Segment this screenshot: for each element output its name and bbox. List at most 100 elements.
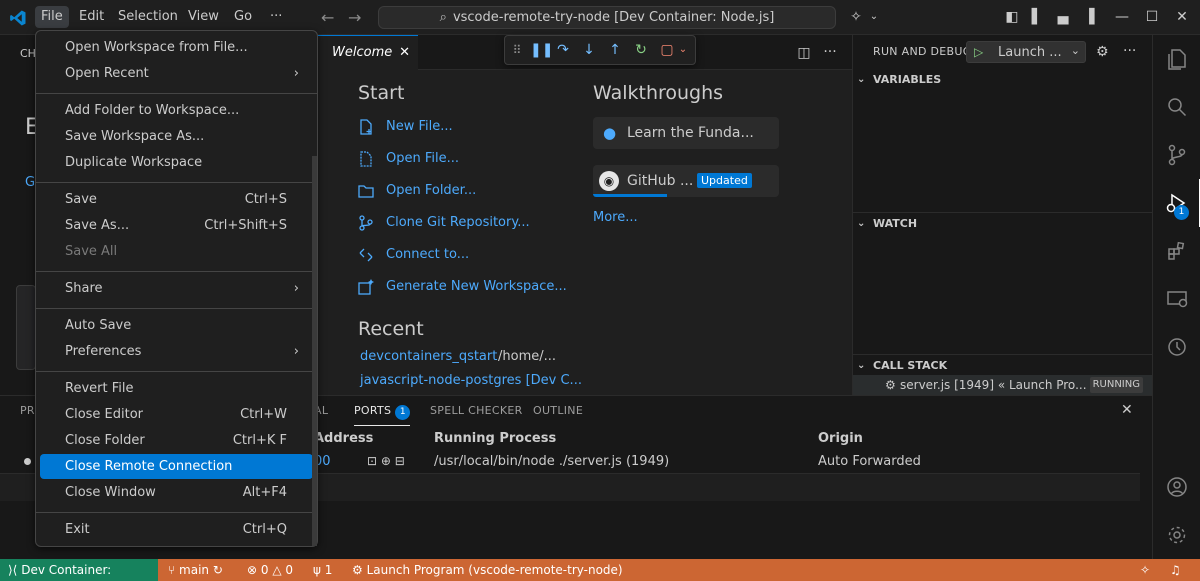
- close-panel-icon[interactable]: ✕: [1121, 402, 1133, 418]
- step-into-icon[interactable]: ↓: [581, 42, 597, 58]
- copilot-status-icon[interactable]: ✧: [1140, 559, 1150, 581]
- tab-outline[interactable]: OUTLINE: [533, 404, 583, 417]
- menu-item-save-workspace-as[interactable]: Save Workspace As...: [40, 124, 313, 149]
- minimize-icon[interactable]: —: [1114, 9, 1130, 25]
- branch-icon: ⑂: [168, 563, 176, 577]
- chevron-right-icon: ›: [293, 281, 299, 296]
- menu-item-close-remote-connection[interactable]: Close Remote Connection: [40, 454, 313, 479]
- walkthrough-card-fundamentals[interactable]: ● Learn the Funda...: [593, 117, 779, 149]
- menu-more[interactable]: ···: [264, 6, 288, 28]
- maximize-icon[interactable]: ☐: [1144, 9, 1160, 25]
- menu-item-close-editor[interactable]: Close Editor Ctrl+W: [40, 402, 313, 427]
- call-stack-row[interactable]: ⚙ server.js [1949] « Launch Pro... RUNNI…: [853, 375, 1153, 395]
- split-editor-icon[interactable]: ◫: [796, 45, 812, 61]
- accounts-icon[interactable]: [1153, 463, 1200, 511]
- tab-welcome[interactable]: Welcome ✕: [318, 35, 418, 70]
- copilot-icon[interactable]: ✧: [848, 9, 864, 25]
- forward-arrow-icon[interactable]: →: [348, 8, 361, 27]
- customize-layout-icon[interactable]: ◧: [1004, 9, 1020, 25]
- notifications-icon[interactable]: ♫: [1170, 559, 1181, 581]
- extensions-icon[interactable]: [1153, 227, 1200, 275]
- remote-indicator[interactable]: ⟩⟨ Dev Container: Node.js: [0, 559, 158, 581]
- search-icon[interactable]: [1153, 83, 1200, 131]
- launch-config-select[interactable]: ▷ Launch ... ⌄: [966, 41, 1086, 63]
- menu-view[interactable]: View: [182, 6, 225, 28]
- toggle-primary-sidebar-icon[interactable]: ▌: [1029, 9, 1045, 25]
- start-debugging-icon[interactable]: ▷: [974, 45, 983, 59]
- walkthrough-card-github[interactable]: ◉ GitHub ... Updated: [593, 165, 779, 197]
- pause-icon[interactable]: ❚❚: [530, 42, 553, 58]
- stop-chevron-icon[interactable]: ⌄: [675, 42, 691, 58]
- remote-icon: ⟩⟨: [8, 563, 18, 577]
- more-walkthroughs-link[interactable]: More...: [593, 210, 638, 225]
- vscode-logo-icon[interactable]: [9, 9, 27, 27]
- menu-item-exit[interactable]: Exit Ctrl+Q: [40, 517, 313, 542]
- running-badge: RUNNING: [1089, 377, 1143, 393]
- open-file-link[interactable]: Open File...: [358, 149, 459, 169]
- stop-icon[interactable]: ▢: [659, 42, 675, 58]
- menu-item-open-workspace[interactable]: Open Workspace from File...: [40, 35, 313, 60]
- connect-to-link[interactable]: Connect to...: [358, 245, 469, 265]
- command-center[interactable]: ⌕ vscode-remote-try-node [Dev Container: …: [378, 6, 836, 29]
- watch-section[interactable]: ⌄ WATCH: [853, 212, 1153, 234]
- step-out-icon[interactable]: ↑: [607, 42, 623, 58]
- problems-indicator[interactable]: ⊗ 0 △ 0: [247, 559, 293, 581]
- sync-icon[interactable]: ↻: [213, 563, 223, 577]
- menu-item-auto-save[interactable]: Auto Save: [40, 313, 313, 338]
- open-folder-link[interactable]: Open Folder...: [358, 181, 476, 201]
- toggle-secondary-sidebar-icon[interactable]: ▐: [1081, 9, 1097, 25]
- recent-item[interactable]: javascript-node-postgres [Dev C...: [360, 373, 582, 388]
- source-control-icon[interactable]: [1153, 131, 1200, 179]
- run-and-debug-icon[interactable]: 1: [1153, 179, 1200, 227]
- manage-gear-icon[interactable]: [1153, 511, 1200, 559]
- tab-problems[interactable]: PR: [20, 404, 35, 417]
- close-window-icon[interactable]: ✕: [1174, 9, 1190, 25]
- menu-edit[interactable]: Edit: [73, 6, 110, 28]
- remote-explorer-icon[interactable]: [1153, 275, 1200, 323]
- menu-item-save[interactable]: Save Ctrl+S: [40, 187, 313, 212]
- timeline-icon[interactable]: [1153, 323, 1200, 371]
- step-over-icon[interactable]: ↷: [555, 42, 571, 58]
- menu-go[interactable]: Go: [228, 6, 258, 28]
- variables-section[interactable]: ⌄ VARIABLES: [853, 69, 1153, 91]
- menu-item-duplicate-workspace[interactable]: Duplicate Workspace: [40, 150, 313, 175]
- menu-item-close-window[interactable]: Close Window Alt+F4: [40, 480, 313, 505]
- close-tab-icon[interactable]: ✕: [399, 36, 410, 70]
- gear-icon[interactable]: ⚙: [1096, 44, 1109, 60]
- menu-item-add-folder[interactable]: Add Folder to Workspace...: [40, 98, 313, 123]
- back-arrow-icon[interactable]: ←: [321, 8, 334, 27]
- menu-scrollbar[interactable]: [312, 156, 317, 546]
- recent-item[interactable]: devcontainers_qstart: [360, 349, 497, 364]
- restart-icon[interactable]: ↻: [633, 42, 649, 58]
- tab-spell-checker[interactable]: SPELL CHECKER: [430, 404, 523, 417]
- menu-item-close-folder[interactable]: Close Folder Ctrl+K F: [40, 428, 313, 453]
- sidebar-card-fragment: [16, 285, 36, 370]
- chevron-down-icon[interactable]: ⌄: [866, 9, 882, 25]
- menu-selection[interactable]: Selection: [112, 6, 184, 28]
- more-actions-icon[interactable]: ···: [822, 44, 838, 60]
- menu-item-save-as[interactable]: Save As... Ctrl+Shift+S: [40, 213, 313, 238]
- ports-badge: 1: [395, 405, 411, 420]
- open-file-icon: [360, 151, 372, 167]
- menu-separator: [36, 512, 317, 513]
- new-file-link[interactable]: New File...: [358, 117, 453, 137]
- call-stack-section[interactable]: ⌄ CALL STACK: [853, 354, 1153, 376]
- tab-ports[interactable]: PORTS 1: [354, 404, 411, 426]
- launch-indicator[interactable]: ⚙ Launch Program (vscode-remote-try-node…: [352, 559, 623, 581]
- menu-item-open-recent[interactable]: Open Recent ›: [40, 61, 313, 86]
- menu-file[interactable]: File: [35, 6, 69, 28]
- debug-badge: 1: [1174, 205, 1189, 220]
- port-actions-icon[interactable]: ⊡ ⊕ ⊟: [367, 454, 405, 468]
- explorer-icon[interactable]: [1153, 35, 1200, 83]
- generate-workspace-link[interactable]: Generate New Workspace...: [358, 277, 567, 297]
- ports-indicator[interactable]: ψ 1: [313, 559, 332, 581]
- menu-item-revert-file[interactable]: Revert File: [40, 376, 313, 401]
- branch-indicator[interactable]: ⑂ main ↻: [168, 559, 223, 581]
- drag-handle-icon[interactable]: ⠿: [509, 42, 525, 58]
- clone-git-link[interactable]: Clone Git Repository...: [358, 213, 530, 233]
- sparkle-icon: [358, 279, 374, 295]
- toggle-panel-icon[interactable]: ▄: [1055, 9, 1071, 25]
- more-actions-icon[interactable]: ···: [1123, 43, 1136, 59]
- menu-item-preferences[interactable]: Preferences ›: [40, 339, 313, 364]
- menu-item-share[interactable]: Share ›: [40, 276, 313, 301]
